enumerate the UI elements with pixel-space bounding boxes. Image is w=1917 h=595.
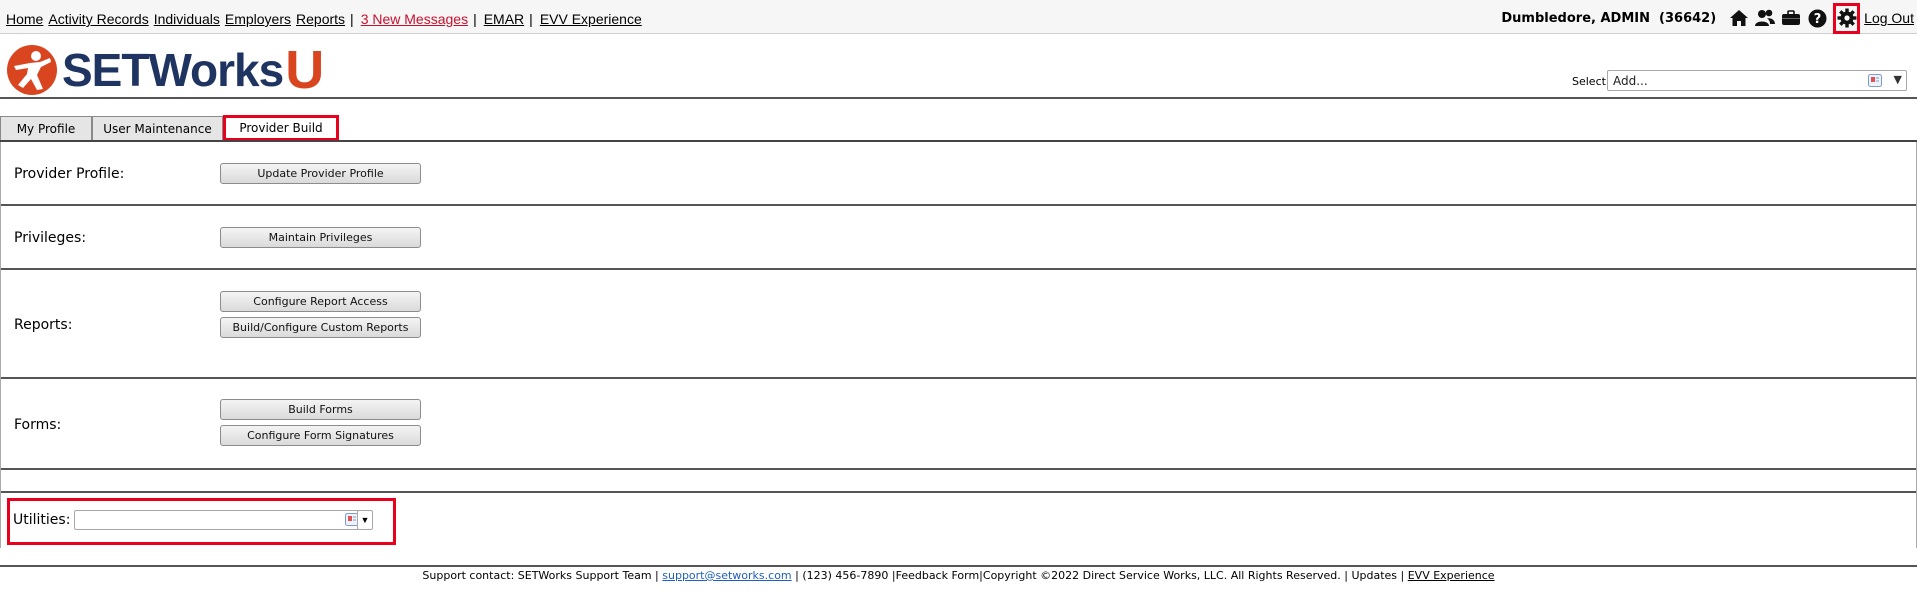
- nav-separator: |: [529, 11, 533, 27]
- select-value: Add...: [1613, 74, 1648, 88]
- nav-activity-records-link[interactable]: Activity Records: [48, 11, 148, 27]
- privileges-section: Privileges: Maintain Privileges: [1, 206, 1916, 270]
- user-id: (36642): [1659, 10, 1717, 26]
- setworks-logo[interactable]: SETWorks U: [6, 40, 325, 100]
- footer-copyright-text: | (123) 456-7890 |Feedback Form|Copyrigh…: [795, 569, 1405, 582]
- logo-u-mark: U: [285, 40, 325, 100]
- people-icon[interactable]: [1754, 7, 1776, 29]
- provider-build-panel: Provider Profile: Update Provider Profil…: [0, 142, 1917, 548]
- tab-label: My Profile: [16, 121, 76, 136]
- update-provider-profile-button[interactable]: Update Provider Profile: [220, 163, 421, 184]
- reports-label: Reports:: [14, 317, 73, 333]
- footer-divider: [0, 565, 1917, 567]
- settings-button[interactable]: [1833, 2, 1861, 34]
- user-area: Dumbledore, ADMIN (36642) ? Log Out: [1501, 2, 1917, 34]
- tab-provider-build[interactable]: Provider Build: [223, 115, 339, 141]
- footer-support-text: Support contact: SETWorks Support Team |: [422, 569, 659, 582]
- add-select-dropdown[interactable]: Add... ▼: [1607, 70, 1907, 91]
- nav-separator: |: [350, 11, 354, 27]
- provider-profile-label: Provider Profile:: [14, 166, 125, 182]
- header-divider: [0, 97, 1917, 99]
- home-icon[interactable]: [1728, 7, 1750, 29]
- forms-section: Forms: Build Forms Configure Form Signat…: [1, 379, 1916, 470]
- user-name: Dumbledore, ADMIN (36642): [1501, 11, 1716, 26]
- select-label: Select:: [1572, 75, 1610, 88]
- chevron-down-icon[interactable]: ▼: [357, 510, 373, 530]
- top-navigation-bar: Home Activity Records Individuals Employers…: [0, 0, 1917, 34]
- chevron-down-icon[interactable]: ▼: [1894, 73, 1902, 86]
- logo-wordmark: SETWorks: [62, 44, 284, 96]
- utilities-section: Utilities: ▼: [7, 498, 396, 545]
- user-name-text: Dumbledore, ADMIN: [1501, 10, 1650, 26]
- footer-evv-experience-link[interactable]: EVV Experience: [1408, 569, 1495, 582]
- nav-home-link[interactable]: Home: [6, 11, 43, 27]
- reports-section: Reports: Configure Report Access Build/C…: [1, 270, 1916, 379]
- maintain-privileges-button[interactable]: Maintain Privileges: [220, 227, 421, 248]
- svg-text:?: ?: [1813, 12, 1821, 27]
- configure-form-signatures-button[interactable]: Configure Form Signatures: [220, 425, 421, 446]
- provider-profile-section: Provider Profile: Update Provider Profil…: [1, 142, 1916, 206]
- build-forms-button[interactable]: Build Forms: [220, 399, 421, 420]
- nav-separator: |: [473, 11, 477, 27]
- tab-label: Provider Build: [239, 121, 323, 135]
- nav-emar-link[interactable]: EMAR: [484, 11, 524, 27]
- nav-new-messages-link[interactable]: 3 New Messages: [361, 11, 468, 27]
- picker-icon[interactable]: [1868, 74, 1882, 90]
- support-email-link[interactable]: support@setworks.com: [662, 569, 791, 582]
- utilities-label: Utilities:: [13, 512, 71, 528]
- tab-user-maintenance[interactable]: User Maintenance: [92, 116, 223, 140]
- nav-individuals-link[interactable]: Individuals: [154, 11, 220, 27]
- nav-reports-link[interactable]: Reports: [296, 11, 345, 27]
- privileges-label: Privileges:: [14, 230, 87, 246]
- nav-employers-link[interactable]: Employers: [225, 11, 291, 27]
- help-icon[interactable]: ?: [1806, 7, 1828, 29]
- logo-figure-icon: [7, 45, 57, 95]
- spacer-section: [1, 470, 1916, 493]
- footer: Support contact: SETWorks Support Team |…: [0, 569, 1917, 582]
- gear-icon: [1837, 8, 1857, 28]
- utilities-select-input[interactable]: [74, 510, 364, 530]
- forms-label: Forms:: [14, 417, 62, 433]
- logout-link[interactable]: Log Out: [1864, 10, 1914, 26]
- briefcase-icon[interactable]: [1780, 7, 1802, 29]
- tab-label: User Maintenance: [103, 121, 212, 136]
- configure-report-access-button[interactable]: Configure Report Access: [220, 291, 421, 312]
- nav-evv-experience-link[interactable]: EVV Experience: [540, 11, 642, 27]
- main-nav: Home Activity Records Individuals Employers…: [6, 11, 642, 27]
- tab-my-profile[interactable]: My Profile: [0, 116, 92, 140]
- build-configure-custom-reports-button[interactable]: Build/Configure Custom Reports: [220, 317, 421, 338]
